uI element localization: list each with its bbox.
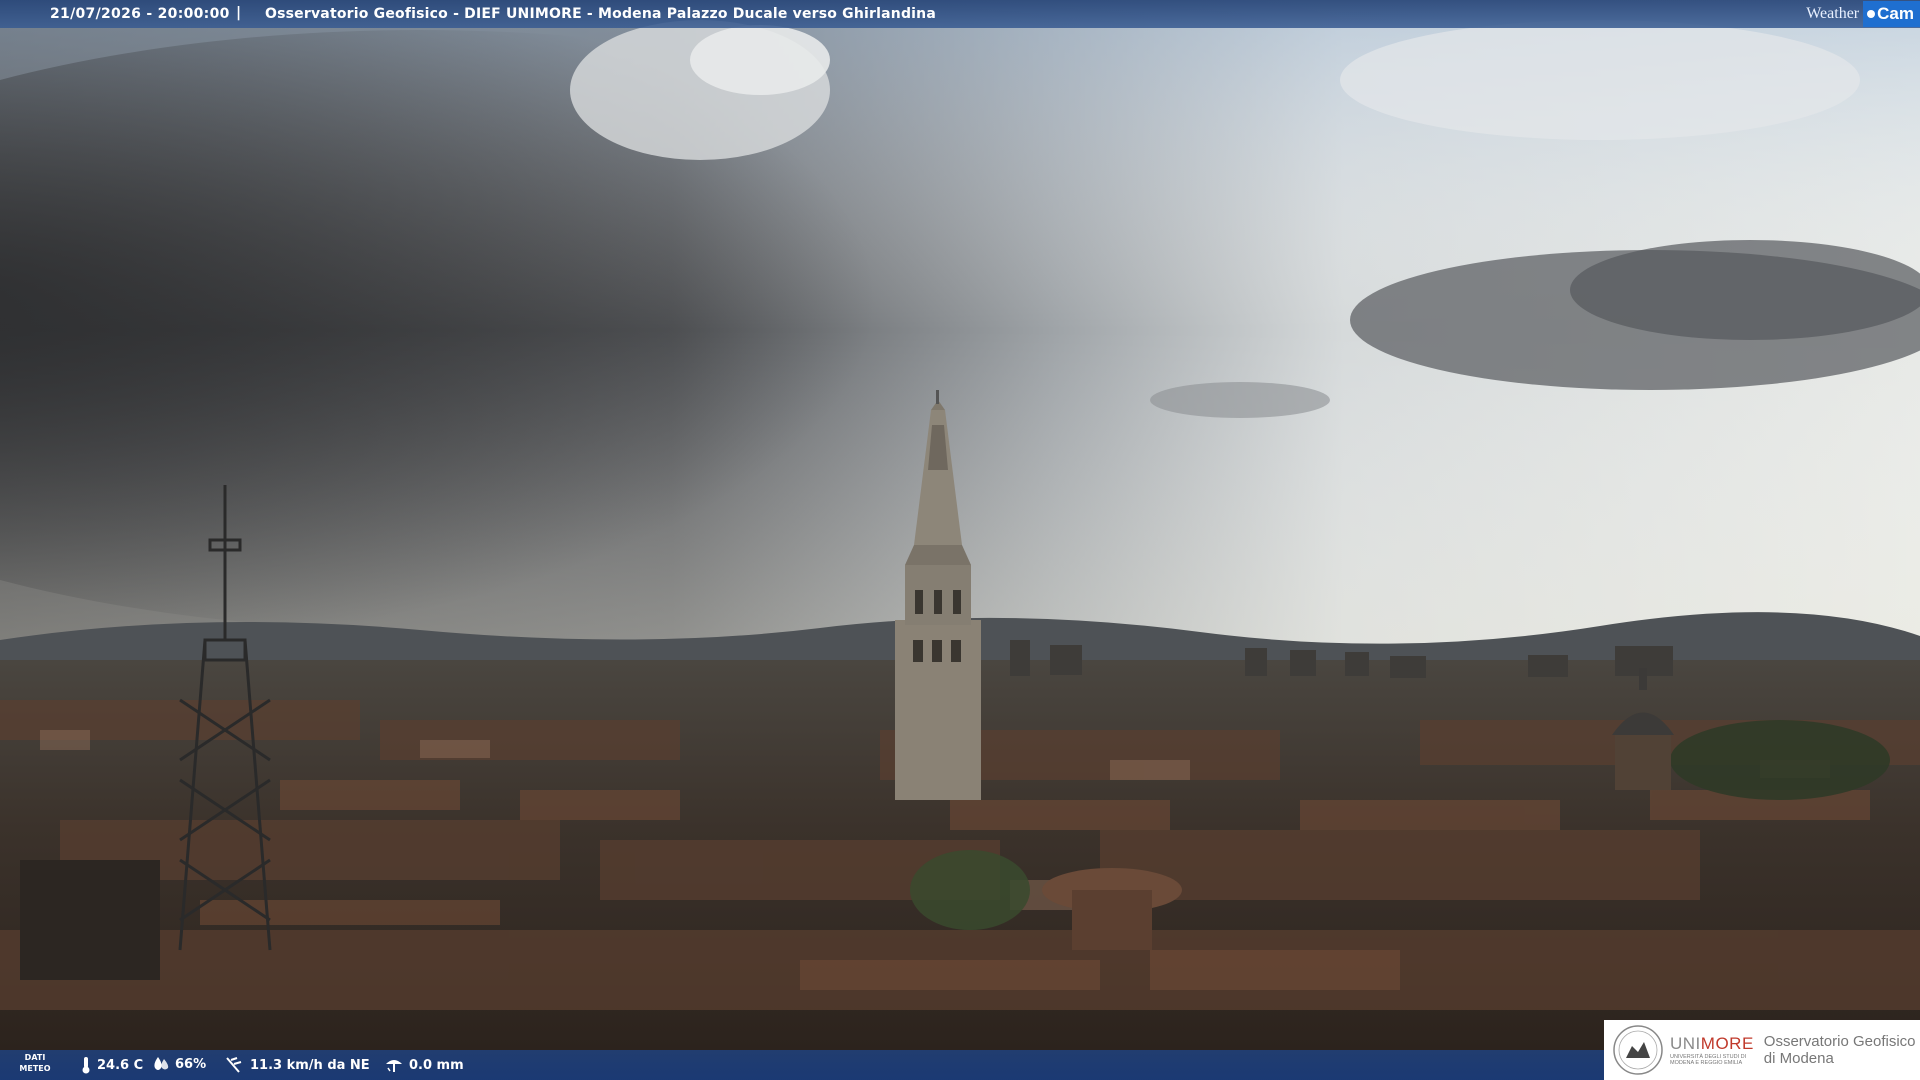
webcam-image <box>0 0 1920 1080</box>
top-info-bar: 21/07/2026 - 20:00:00 | Osservatorio Geo… <box>0 0 1920 28</box>
university-seal-icon <box>1613 1025 1663 1075</box>
dati-meteo-label: DATI METEO <box>18 1052 52 1074</box>
unimore-logo-panel: UNIMORE UNIVERSITÀ DEGLI STUDI DI MODENA… <box>1604 1020 1920 1080</box>
wind-value: 11.3 km/h da NE <box>250 1057 370 1073</box>
temperature-reading: 24.6 C <box>80 1056 143 1074</box>
dati-label: DATI <box>24 1053 46 1062</box>
observatory-line1: Osservatorio Geofisico <box>1763 1033 1916 1050</box>
unimore-name: UNIMORE <box>1670 1034 1754 1054</box>
more-part: MORE <box>1700 1034 1754 1053</box>
brand-cam: Cam <box>1877 4 1914 23</box>
humidity-drop-icon <box>154 1057 169 1070</box>
weathercam-logo: Weather Cam <box>1806 0 1920 28</box>
unimore-subtitle: UNIVERSITÀ DEGLI STUDI DI MODENA E REGGI… <box>1670 1054 1747 1066</box>
uni-part: UNI <box>1670 1034 1701 1053</box>
wind-reading: 11.3 km/h da NE <box>225 1056 370 1074</box>
observatory-name: Osservatorio Geofisico di Modena <box>1764 1033 1916 1067</box>
camera-dot-icon <box>1867 10 1876 18</box>
station-title: Osservatorio Geofisico - DIEF UNIMORE - … <box>265 6 936 22</box>
city-skyline-photo <box>0 0 1920 1080</box>
temperature-value: 24.6 C <box>97 1057 144 1073</box>
humidity-value: 66% <box>175 1056 207 1072</box>
meteo-label: METEO <box>19 1064 51 1073</box>
wind-icon <box>226 1057 242 1073</box>
humidity-reading: 66% <box>152 1056 206 1072</box>
brand-cam-badge: Cam <box>1863 1 1920 27</box>
observatory-line2: di Modena <box>1763 1050 1834 1067</box>
brand-weather: Weather <box>1806 5 1860 22</box>
rain-value: 0.0 mm <box>409 1057 464 1073</box>
separator: | <box>236 5 242 21</box>
rain-reading: 0.0 mm <box>384 1056 464 1074</box>
rain-gauge-icon <box>386 1060 402 1072</box>
unimore-wordmark: UNIMORE UNIVERSITÀ DEGLI STUDI DI MODENA… <box>1670 1034 1754 1066</box>
timestamp: 21/07/2026 - 20:00:00 <box>50 6 230 22</box>
thermometer-icon <box>82 1057 90 1074</box>
